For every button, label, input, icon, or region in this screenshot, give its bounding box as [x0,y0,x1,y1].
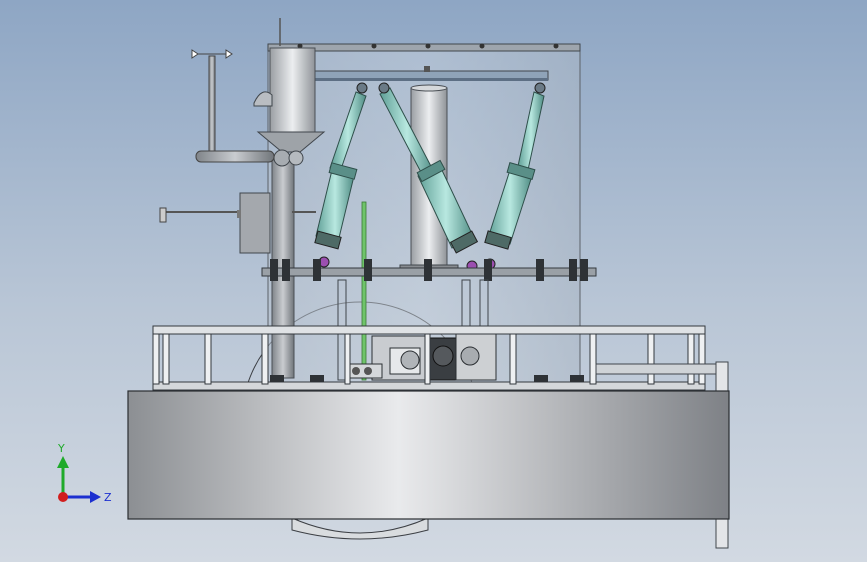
dome-light [253,91,273,107]
coordinate-triad: Y Z [57,442,112,504]
guide-rod [361,201,367,381]
triad-y-arrowhead [57,456,69,468]
base-pontoon [127,390,730,520]
triad-z-arrowhead [90,491,101,503]
triad-y-label: Y [57,442,65,455]
triad-z-label: Z [104,491,112,504]
electrical-box [237,192,271,254]
cad-viewport[interactable]: Y Z [0,0,867,562]
triad-x-origin [58,492,68,502]
guard-railing [152,325,706,391]
